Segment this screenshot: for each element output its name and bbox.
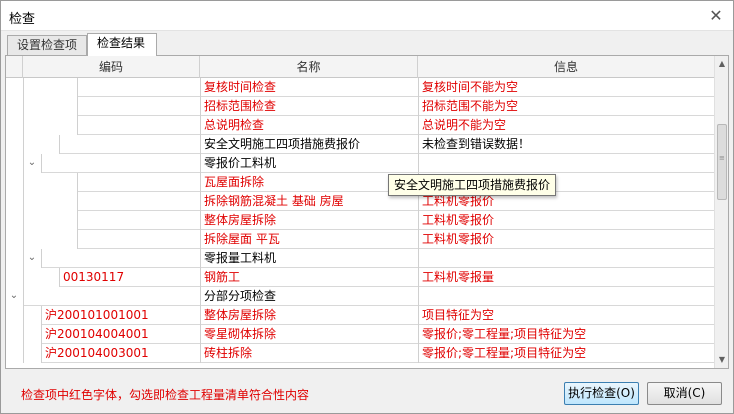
table-row[interactable]: 总说明检查 总说明不能为空: [6, 116, 714, 135]
row-info: [422, 154, 710, 173]
row-name: 零报量工料机: [204, 251, 277, 265]
table-row[interactable]: 00130117 钢筋工 工料机零报量: [6, 268, 714, 287]
close-icon[interactable]: ✕: [707, 8, 725, 24]
table-row[interactable]: 拆除屋面 平瓦 工料机零报价: [6, 230, 714, 249]
table-row[interactable]: 整体房屋拆除 工料机零报价: [6, 211, 714, 230]
row-code: [81, 97, 198, 116]
run-check-button[interactable]: 执行检查(O): [564, 382, 639, 405]
row-code: [81, 192, 198, 211]
scroll-down-icon[interactable]: ▼: [717, 354, 727, 366]
table-row[interactable]: 复核时间检查 复核时间不能为空: [6, 78, 714, 97]
row-code: [27, 287, 198, 306]
row-name: 总说明检查: [204, 118, 265, 132]
row-info: [422, 249, 710, 268]
tooltip: 安全文明施工四项措施费报价: [388, 174, 557, 196]
table-row[interactable]: ⌄ 零报量工料机: [6, 249, 714, 268]
grip-icon: ≡: [719, 154, 725, 162]
row-name: 招标范围检查: [204, 99, 277, 113]
table-row[interactable]: 瓦屋面拆除: [6, 173, 714, 192]
header-code[interactable]: 编码: [23, 56, 200, 78]
row-code: [45, 154, 198, 173]
row-code: [81, 230, 198, 249]
table-row[interactable]: 沪200101001001 整体房屋拆除 项目特征为空: [6, 306, 714, 325]
row-info: [422, 287, 710, 306]
row-code: [81, 116, 198, 135]
row-name: 安全文明施工四项措施费报价: [204, 137, 361, 151]
table-row[interactable]: ⌄ 零报价工料机: [6, 154, 714, 173]
table-row[interactable]: 招标范围检查 招标范围不能为空: [6, 97, 714, 116]
header-info[interactable]: 信息: [418, 56, 714, 78]
row-code: [81, 78, 198, 97]
row-info: 总说明不能为空: [422, 118, 507, 132]
row-name: 钢筋工: [204, 270, 241, 284]
row-name: 复核时间检查: [204, 80, 277, 94]
check-dialog: 检查 ✕ 设置检查项 检查结果 编码 名称 信息 复核时间检查 复核时间不能为空招…: [0, 0, 734, 414]
table-row[interactable]: ⌄ 分部分项检查: [6, 287, 714, 306]
row-code: [81, 173, 198, 192]
vertical-scrollbar[interactable]: ▲ ≡ ▼: [714, 56, 728, 368]
row-code: 沪200101001001: [45, 308, 149, 322]
table-row[interactable]: 沪200104004001 零星砌体拆除 零报价;零工程量;项目特征为空: [6, 325, 714, 344]
row-info: 复核时间不能为空: [422, 80, 519, 94]
row-code: [81, 211, 198, 230]
hint-text: 检查项中红色字体，勾选即检查工程量清单符合性内容: [21, 388, 310, 402]
row-info: 未检查到错误数据！: [422, 137, 531, 151]
chevron-down-icon[interactable]: ⌄: [26, 157, 38, 169]
row-name: 整体房屋拆除: [204, 213, 277, 227]
chevron-down-icon[interactable]: ⌄: [26, 252, 38, 264]
row-code: [63, 135, 198, 154]
row-code: 沪200104003001: [45, 346, 149, 360]
row-info: 零报价;零工程量;项目特征为空: [422, 346, 587, 360]
scroll-thumb[interactable]: ≡: [717, 124, 727, 200]
scroll-up-icon[interactable]: ▲: [717, 58, 727, 70]
tab-settings[interactable]: 设置检查项: [7, 35, 87, 55]
row-name: 零星砌体拆除: [204, 327, 277, 341]
row-info: 工料机零报价: [422, 232, 495, 246]
row-info: 招标范围不能为空: [422, 99, 519, 113]
results-panel: 编码 名称 信息 复核时间检查 复核时间不能为空 招标范围检查 招标范围不能为空 总说明…: [5, 55, 729, 369]
row-info: 工料机零报价: [422, 213, 495, 227]
row-name: 拆除屋面 平瓦: [204, 232, 280, 246]
header-indicator: [6, 56, 23, 78]
row-code: [45, 249, 198, 268]
row-code: 00130117: [63, 270, 125, 284]
table-row[interactable]: 沪200104003001 砖柱拆除 零报价;零工程量;项目特征为空: [6, 344, 714, 363]
row-name: 分部分项检查: [204, 289, 277, 303]
row-name: 瓦屋面拆除: [204, 175, 265, 189]
row-info: 零报价;零工程量;项目特征为空: [422, 327, 587, 341]
results-grid: 编码 名称 信息 复核时间检查 复核时间不能为空 招标范围检查 招标范围不能为空 总说明…: [6, 56, 714, 368]
window-title: 检查: [9, 12, 36, 27]
tab-results[interactable]: 检查结果: [87, 33, 157, 56]
row-name: 拆除钢筋混凝土 基础 房屋: [204, 194, 344, 208]
row-info: 工料机零报量: [422, 270, 495, 284]
row-info: 项目特征为空: [422, 308, 495, 322]
table-row[interactable]: 拆除钢筋混凝土 基础 房屋 工料机零报价: [6, 192, 714, 211]
row-name: 零报价工料机: [204, 156, 277, 170]
table-row[interactable]: 安全文明施工四项措施费报价 未检查到错误数据！: [6, 135, 714, 154]
header-name[interactable]: 名称: [200, 56, 418, 78]
cancel-button[interactable]: 取消(C): [647, 382, 722, 405]
chevron-down-icon[interactable]: ⌄: [8, 290, 20, 302]
row-code: 沪200104004001: [45, 327, 149, 341]
row-name: 砖柱拆除: [204, 346, 253, 360]
row-name: 整体房屋拆除: [204, 308, 277, 322]
grid-header: 编码 名称 信息: [6, 56, 714, 78]
title-bar: 检查 ✕: [1, 1, 733, 31]
